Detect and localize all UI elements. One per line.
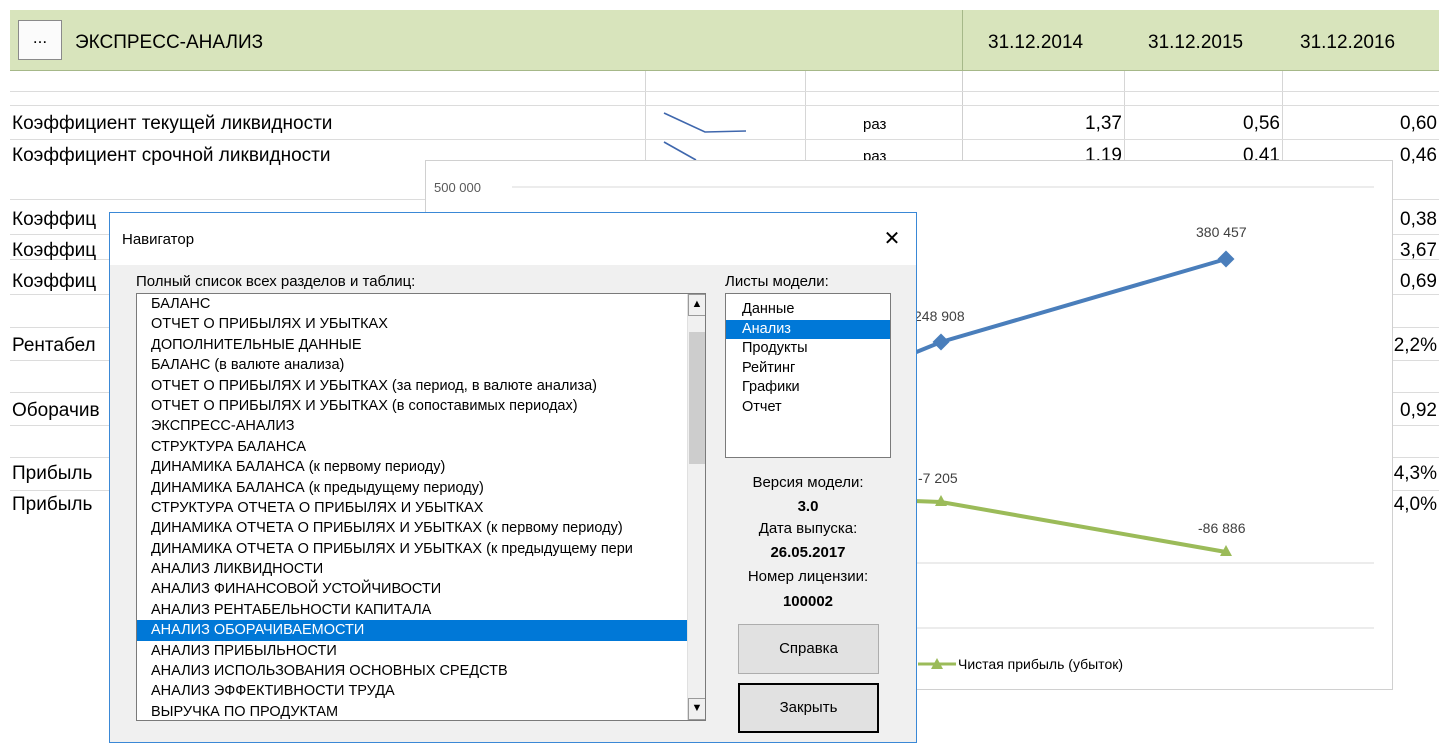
release-value: 26.05.2017 (770, 544, 846, 561)
help-button[interactable]: Справка (738, 624, 879, 674)
sparkline (663, 112, 747, 133)
sparkline (663, 141, 697, 161)
release-label: Дата выпуска: (758, 520, 858, 537)
value-cell[interactable]: 3,67 (1380, 240, 1437, 262)
close-icon[interactable]: ✕ (874, 221, 910, 257)
grid-column-line (962, 71, 963, 161)
section-list-item[interactable]: БАЛАНС (в валюте анализа) (137, 355, 705, 375)
section-list-item[interactable]: ОТЧЕТ О ПРИБЫЛЯХ И УБЫТКАХ (в сопоставим… (137, 396, 705, 416)
sheet-list-item[interactable]: Графики (726, 378, 890, 398)
row-label-current-ratio[interactable]: Коэффициент текущей ликвидности (12, 113, 332, 135)
unit-cell: раз (863, 116, 887, 133)
section-list-item[interactable]: ОТЧЕТ О ПРИБЫЛЯХ И УБЫТКАХ (137, 314, 705, 334)
grid-column-line (645, 71, 646, 161)
data-point (1217, 250, 1235, 268)
sheets-items: Данные Анализ Продукты Рейтинг Графики Отчет (726, 300, 890, 417)
sheet-list-item[interactable]: Данные (726, 300, 890, 320)
data-label: -86 886 (1198, 520, 1246, 536)
section-list-item[interactable]: СТРУКТУРА ОТЧЕТА О ПРИБЫЛЯХ И УБЫТКАХ (137, 498, 705, 518)
dialog-title: Навигатор (122, 231, 195, 248)
row-label[interactable]: Коэффиц (12, 271, 96, 293)
sheets-listbox[interactable]: Данные Анализ Продукты Рейтинг Графики Отчет (725, 293, 891, 458)
vertical-scrollbar[interactable]: ▲ ▼ (687, 294, 705, 720)
section-list-item[interactable]: АНАЛИЗ ЭФФЕКТИВНОСТИ ТРУДА (137, 681, 705, 701)
value-cell[interactable]: 0,60 (1337, 113, 1437, 135)
sheet-list-item[interactable]: Отчет (726, 398, 890, 418)
row-label[interactable]: Прибыль (12, 494, 92, 516)
value-cell[interactable]: 1,37 (1022, 113, 1122, 135)
sheet-header: ... ЭКСПРЕСС-АНАЛИЗ 31.12.2014 31.12.201… (10, 10, 1439, 71)
row-label[interactable]: Рентабел (12, 335, 96, 357)
section-list-item[interactable]: АНАЛИЗ ЛИКВИДНОСТИ (137, 559, 705, 579)
sheet-list-item[interactable]: Продукты (726, 339, 890, 359)
grid-row-line (10, 105, 1439, 106)
section-list-item[interactable]: ДОПОЛНИТЕЛЬНЫЕ ДАННЫЕ (137, 335, 705, 355)
value-cell[interactable]: 0,69 (1380, 271, 1437, 293)
section-list-item[interactable]: СТРУКТУРА БАЛАНСА (137, 437, 705, 457)
legend-label: Чистая прибыль (убыток) (958, 656, 1123, 672)
navigator-dialog: Навигатор ✕ Полный список всех разделов … (109, 212, 917, 743)
grid-column-line (1282, 71, 1283, 161)
section-list-item[interactable]: АНАЛИЗ ОБОРАЧИВАЕМОСТИ (137, 620, 705, 641)
date-column-1: 31.12.2014 (988, 32, 1084, 53)
date-column-2: 31.12.2015 (1148, 32, 1244, 53)
grid-column-line (1124, 71, 1125, 161)
sheet-list-item[interactable]: Рейтинг (726, 359, 890, 379)
sections-listbox[interactable]: БАЛАНС ОТЧЕТ О ПРИБЫЛЯХ И УБЫТКАХ ДОПОЛНИТ… (136, 293, 706, 721)
page-title: ЭКСПРЕСС-АНАЛИЗ (75, 32, 264, 53)
scroll-up-button[interactable]: ▲ (688, 294, 705, 316)
version-label: Версия модели: (752, 474, 864, 491)
section-list-item[interactable]: ДИНАМИКА ОТЧЕТА О ПРИБЫЛЯХ И УБЫТКАХ (к … (137, 518, 705, 538)
grid-row-line (10, 91, 1439, 92)
series-line-green (913, 499, 1227, 554)
section-list-item[interactable]: ОТЧЕТ О ПРИБЫЛЯХ И УБЫТКАХ (за период, в… (137, 376, 705, 396)
data-point (932, 333, 950, 351)
sheets-label: Листы модели: (725, 273, 829, 290)
date-column-3: 31.12.2016 (1300, 32, 1396, 53)
license-value: 100002 (782, 593, 834, 610)
data-label: 380 457 (1196, 224, 1247, 240)
scroll-thumb[interactable] (689, 332, 705, 464)
menu-button[interactable]: ... (18, 20, 62, 60)
version-value: 3.0 (797, 498, 819, 515)
sheet-list-item[interactable]: Анализ (726, 319, 890, 339)
value-cell[interactable]: 0,56 (1180, 113, 1280, 135)
row-label[interactable]: Оборачив (12, 400, 100, 422)
value-cell[interactable]: 0,92 (1380, 400, 1437, 422)
close-button[interactable]: Закрыть (738, 683, 879, 733)
section-list-item[interactable]: АНАЛИЗ ФИНАНСОВОЙ УСТОЙЧИВОСТИ (137, 579, 705, 599)
header-divider (962, 10, 963, 70)
grid-column-line (805, 71, 806, 161)
row-label-quick-ratio[interactable]: Коэффициент срочной ликвидности (12, 145, 331, 167)
data-label: 248 908 (914, 308, 965, 324)
y-axis-tick: 500 000 (434, 180, 481, 195)
sections-label: Полный список всех разделов и таблиц: (136, 273, 416, 290)
section-list-item[interactable]: ДИНАМИКА БАЛАНСА (к первому периоду) (137, 457, 705, 477)
section-list-item[interactable]: АНАЛИЗ РЕНТАБЕЛЬНОСТИ КАПИТАЛА (137, 600, 705, 620)
value-cell[interactable]: 0,38 (1380, 209, 1437, 231)
data-label: -7 205 (918, 470, 958, 486)
section-list-item[interactable]: БАЛАНС (137, 294, 705, 314)
section-list-item[interactable]: ВЫРУЧКА ПО ПРОДУКТАМ (137, 702, 705, 720)
section-list-item[interactable]: ДИНАМИКА БАЛАНСА (к предыдущему периоду) (137, 478, 705, 498)
section-list-item[interactable]: АНАЛИЗ ПРИБЫЛЬНОСТИ (137, 641, 705, 661)
section-list-item[interactable]: ЭКСПРЕСС-АНАЛИЗ (137, 416, 705, 436)
row-label[interactable]: Коэффиц (12, 209, 96, 231)
section-list-item[interactable]: АНАЛИЗ ИСПОЛЬЗОВАНИЯ ОСНОВНЫХ СРЕДСТВ (137, 661, 705, 681)
license-label: Номер лицензии: (747, 568, 869, 585)
value-cell[interactable]: 4,3% (1380, 463, 1437, 485)
sections-items: БАЛАНС ОТЧЕТ О ПРИБЫЛЯХ И УБЫТКАХ ДОПОЛНИТ… (137, 294, 705, 720)
value-cell[interactable]: 2,2% (1380, 335, 1437, 357)
dialog-titlebar[interactable]: Навигатор ✕ (110, 213, 916, 265)
scroll-down-button[interactable]: ▼ (688, 698, 705, 720)
section-list-item[interactable]: ДИНАМИКА ОТЧЕТА О ПРИБЫЛЯХ И УБЫТКАХ (к … (137, 539, 705, 559)
series-line-blue (913, 257, 1227, 355)
value-cell[interactable]: 4,0% (1380, 494, 1437, 516)
row-label[interactable]: Прибыль (12, 463, 92, 485)
row-label[interactable]: Коэффиц (12, 240, 96, 262)
